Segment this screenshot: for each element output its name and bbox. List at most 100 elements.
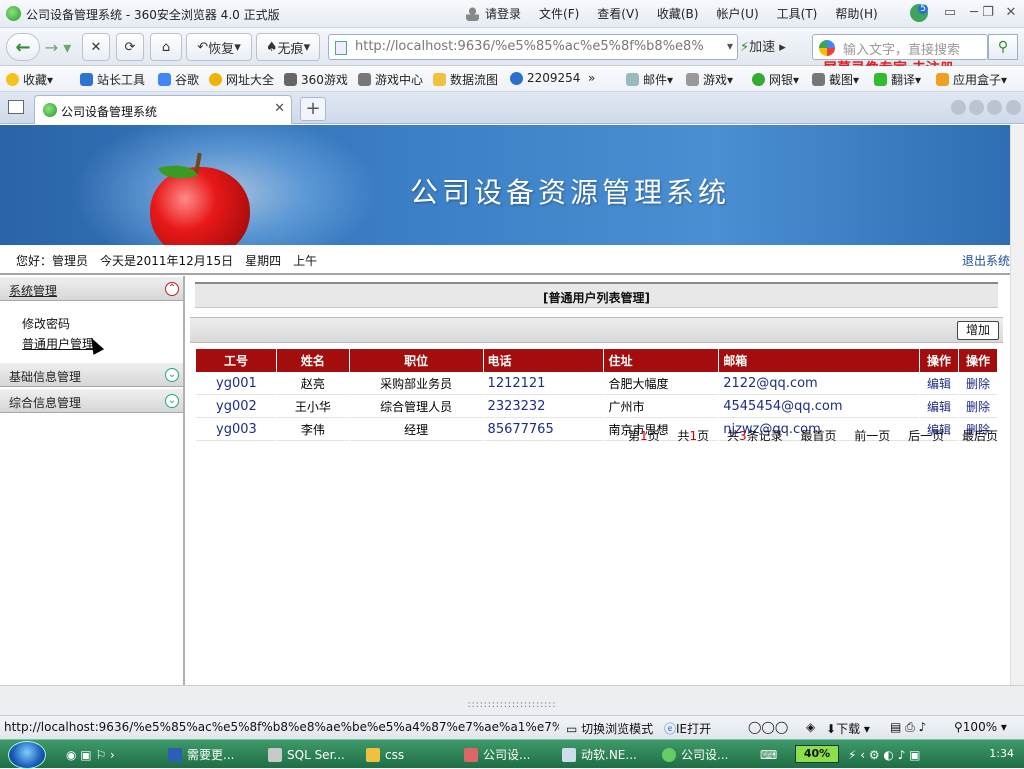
dotnet-icon <box>562 747 576 762</box>
edit-link[interactable]: 编辑 <box>920 373 958 395</box>
taskbar-item-2[interactable]: SQL Ser... <box>268 743 345 766</box>
sidebar-item-user-management[interactable]: 普通用户管理 <box>22 335 94 352</box>
incognito-button[interactable]: ♠ 无痕 ▾ <box>256 33 320 61</box>
browser-menu: 请登录 文件(F) 查看(V) 收藏(B) 帐户(U) 工具(T) 帮助(H) <box>466 5 896 22</box>
forward-button[interactable]: → ▾ <box>40 33 76 61</box>
update-badge-icon[interactable]: 5 <box>910 4 928 22</box>
column-header-name: 姓名 <box>276 349 349 372</box>
refresh-button[interactable]: ⟳ <box>116 33 144 61</box>
browser-mode-icon: ▭ <box>566 722 582 736</box>
fav-site-directory[interactable]: 网址大全 <box>209 71 274 88</box>
vertical-scrollbar[interactable] <box>1010 125 1024 685</box>
sidebar-group-integrated-info[interactable]: 综合信息管理 ⌄ <box>0 388 183 413</box>
search-button[interactable]: ⚲ <box>988 34 1018 60</box>
restore-button[interactable]: ↶ 恢复 ▾ <box>186 33 252 61</box>
pager-prev-link[interactable]: 前一页 <box>854 429 890 443</box>
window-maximize-button[interactable]: ❐ <box>980 5 996 21</box>
fav-webmaster-tools[interactable]: 站长工具 <box>80 71 145 88</box>
fav-more-chevron[interactable]: » <box>588 71 595 85</box>
switch-mode-button[interactable]: ▭ 切换浏览模式 <box>566 720 653 737</box>
clock[interactable]: 1:34 <box>989 747 1014 760</box>
plugin-toggle-icon[interactable]: ◯◯◯ <box>748 720 788 734</box>
window-titlebar: 公司设备管理系统 - 360安全浏览器 4.0 正式版 请登录 文件(F) 查看… <box>0 0 1024 28</box>
taskbar-item-3[interactable]: css <box>366 743 404 766</box>
home-button[interactable]: ⌂ <box>150 33 182 61</box>
pager-next-link[interactable]: 后一页 <box>908 429 944 443</box>
cell-phone: 1212121 <box>483 373 604 395</box>
tab-active[interactable]: 公司设备管理系统 ✕ <box>34 95 292 124</box>
fav-translate[interactable]: 翻译 ▾ <box>874 71 921 88</box>
menu-view[interactable]: 查看(V) <box>597 5 639 22</box>
fav-360-games[interactable]: 360游戏 <box>284 71 348 88</box>
tab-menu-icon[interactable] <box>987 100 1002 115</box>
sidebar-group-basic-info[interactable]: 基础信息管理 ⌄ <box>0 362 183 387</box>
fav-mail[interactable]: 邮件 ▾ <box>626 71 673 88</box>
sidebar-splitter[interactable]: :::::::::::::::::::::: <box>0 685 1024 715</box>
stop-button[interactable]: ✕ <box>82 33 110 61</box>
table-row: yg001 赵亮 采购部业务员 1212121 合肥大幅度 2122@qq.co… <box>196 373 997 395</box>
tab-close-all-icon[interactable] <box>1006 100 1021 115</box>
taskbar-item-1[interactable]: 需要更... <box>168 743 234 766</box>
delete-link[interactable]: 删除 <box>958 396 997 418</box>
shield-icon[interactable]: ◈ <box>806 720 815 734</box>
tab-list-icon[interactable] <box>8 100 24 114</box>
back-button[interactable]: ← <box>6 33 40 61</box>
word-icon <box>168 747 182 762</box>
favorites-menu[interactable]: 收藏 ▾ <box>6 71 53 88</box>
accelerate-button[interactable]: ⚡加速 ▸ <box>740 36 786 55</box>
tab-close-icon[interactable]: ✕ <box>274 101 285 116</box>
new-tab-button[interactable]: + <box>300 97 326 121</box>
fav-games[interactable]: 游戏 ▾ <box>686 71 733 88</box>
delete-link[interactable]: 删除 <box>958 373 997 395</box>
sidebar-group-system[interactable]: 系统管理 ⌃ <box>0 276 183 301</box>
ie-open-button[interactable]: ⓔIE打开 <box>664 720 711 737</box>
pager-last-link[interactable]: 最后页 <box>962 429 998 443</box>
gamepad-icon <box>284 73 297 86</box>
tab-scroll-left-icon[interactable] <box>951 100 966 115</box>
login-link[interactable]: 请登录 <box>466 5 521 22</box>
menu-account[interactable]: 帐户(U) <box>716 5 758 22</box>
collapse-icon[interactable]: ⌃ <box>165 282 179 296</box>
info-bar: 您好：管理员 今天是2011年12月15日 星期四 上午 退出系统 <box>0 245 1024 275</box>
taskbar-item-4[interactable]: 公司设... <box>464 743 530 766</box>
fav-data-flow[interactable]: 数据流图 <box>433 71 498 88</box>
expand-icon[interactable]: ⌄ <box>165 394 179 408</box>
status-tools-icon[interactable]: ▤ ⎙ ♪ <box>890 720 926 735</box>
gamepad-icon <box>686 73 699 86</box>
window-close-button[interactable]: ✕ <box>1003 5 1019 21</box>
keyboard-icon[interactable]: ⌨ <box>760 743 777 766</box>
add-user-button[interactable]: 增加 <box>957 321 999 340</box>
fav-2209254[interactable]: 2209254 <box>510 71 580 85</box>
page-icon <box>335 41 347 55</box>
window-skin-button[interactable]: ▭ <box>942 5 958 21</box>
taskbar-item-6[interactable]: 公司设... <box>662 743 728 766</box>
tab-scroll-right-icon[interactable] <box>969 100 984 115</box>
pager-first-link[interactable]: 最首页 <box>800 429 836 443</box>
taskbar-item-5[interactable]: 动软.NE... <box>562 743 637 766</box>
menu-favorites[interactable]: 收藏(B) <box>657 5 699 22</box>
menu-help[interactable]: 帮助(H) <box>835 5 877 22</box>
zoom-control[interactable]: ⚲100% ▾ <box>954 720 1007 734</box>
search-input[interactable]: 输入文字，直接搜索 <box>812 34 988 60</box>
zoom-icon: ⚲ <box>954 720 963 734</box>
menu-file[interactable]: 文件(F) <box>539 5 579 22</box>
tray-icons[interactable]: ⚡ ‹ ⚙ ◐ ♪ ▣ <box>848 743 921 766</box>
battery-indicator[interactable]: 40% <box>795 745 839 763</box>
download-button[interactable]: ⬇下载 ▾ <box>826 720 870 737</box>
quicklaunch-icons[interactable]: ◉ ▣ ⚐ › <box>66 743 115 766</box>
fav-game-center[interactable]: 游戏中心 <box>358 71 423 88</box>
start-button[interactable] <box>8 741 46 769</box>
fav-screenshot[interactable]: 截图 ▾ <box>812 71 859 88</box>
fav-google[interactable]: 谷歌 <box>158 71 199 88</box>
sidebar-item-change-password[interactable]: 修改密码 <box>22 315 70 332</box>
address-input[interactable]: http://localhost:9636/%e5%85%ac%e5%8f%b8… <box>355 39 710 54</box>
fav-online-bank[interactable]: 网银 ▾ <box>752 71 799 88</box>
edit-link[interactable]: 编辑 <box>920 396 958 418</box>
menu-tools[interactable]: 工具(T) <box>777 5 818 22</box>
fav-app-box[interactable]: 应用盒子 ▾ <box>936 71 1007 88</box>
logout-link[interactable]: 退出系统 <box>962 252 1010 269</box>
expand-icon[interactable]: ⌄ <box>165 368 179 382</box>
address-bar[interactable]: http://localhost:9636/%e5%85%ac%e5%8f%b8… <box>328 34 738 60</box>
bank-icon <box>752 73 765 86</box>
address-dropdown-icon[interactable]: ▾ <box>727 39 733 53</box>
